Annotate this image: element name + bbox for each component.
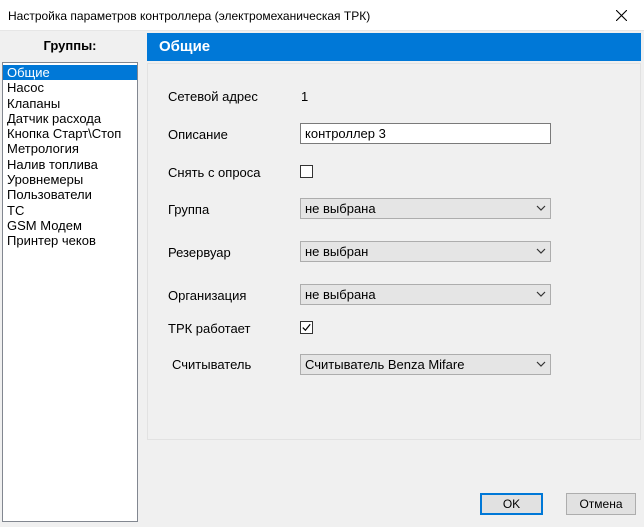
- reader-select-value: Считыватель Benza Mifare: [305, 357, 465, 372]
- chevron-down-icon: [536, 291, 546, 297]
- description-label: Описание: [168, 127, 228, 142]
- unpoll-checkbox[interactable]: [300, 165, 313, 178]
- trk-works-checkbox[interactable]: [300, 321, 313, 334]
- cancel-button[interactable]: Отмена: [566, 493, 636, 515]
- group-item-vehicles[interactable]: ТС: [3, 203, 137, 218]
- description-input[interactable]: [300, 123, 551, 144]
- network-address-value: 1: [301, 89, 309, 104]
- organization-label: Организация: [168, 288, 247, 303]
- group-item-metrology[interactable]: Метрология: [3, 141, 137, 156]
- chevron-down-icon: [536, 248, 546, 254]
- organization-select[interactable]: не выбрана: [300, 284, 551, 305]
- reader-select[interactable]: Считыватель Benza Mifare: [300, 354, 551, 375]
- group-label: Группа: [168, 202, 210, 217]
- groups-list[interactable]: Общие Насос Клапаны Датчик расхода Кнопк…: [2, 62, 138, 522]
- window-title: Настройка параметров контроллера (электр…: [8, 9, 371, 23]
- ok-button[interactable]: OK: [480, 493, 543, 515]
- close-button[interactable]: [598, 0, 644, 30]
- tank-label: Резервуар: [168, 245, 231, 260]
- tank-select[interactable]: не выбран: [300, 241, 551, 262]
- group-item-general[interactable]: Общие: [3, 65, 137, 81]
- groups-header: Группы:: [43, 38, 97, 53]
- unpoll-label: Снять с опроса: [168, 165, 261, 180]
- organization-select-value: не выбрана: [305, 287, 376, 302]
- group-item-valves[interactable]: Клапаны: [3, 96, 137, 111]
- group-item-level-gauges[interactable]: Уровнемеры: [3, 172, 137, 187]
- network-address-label: Сетевой адрес: [168, 89, 258, 104]
- group-item-receipt-printer[interactable]: Принтер чеков: [3, 233, 137, 248]
- group-item-fuel-dispensing[interactable]: Налив топлива: [3, 157, 137, 172]
- group-item-pump[interactable]: Насос: [3, 80, 137, 95]
- group-select[interactable]: не выбрана: [300, 198, 551, 219]
- group-select-value: не выбрана: [305, 201, 376, 216]
- checkmark-icon: [302, 323, 311, 332]
- section-title: Общие: [147, 33, 641, 61]
- chevron-down-icon: [536, 205, 546, 211]
- reader-label: Считыватель: [172, 357, 252, 372]
- group-item-users[interactable]: Пользователи: [3, 187, 137, 202]
- group-item-gsm-modem[interactable]: GSM Модем: [3, 218, 137, 233]
- group-item-start-stop-button[interactable]: Кнопка Старт\Стоп: [3, 126, 137, 141]
- tank-select-value: не выбран: [305, 244, 369, 259]
- chevron-down-icon: [536, 361, 546, 367]
- title-bar: Настройка параметров контроллера (электр…: [0, 0, 644, 31]
- close-icon: [615, 9, 627, 21]
- group-item-flow-sensor[interactable]: Датчик расхода: [3, 111, 137, 126]
- trk-works-label: ТРК работает: [168, 321, 251, 336]
